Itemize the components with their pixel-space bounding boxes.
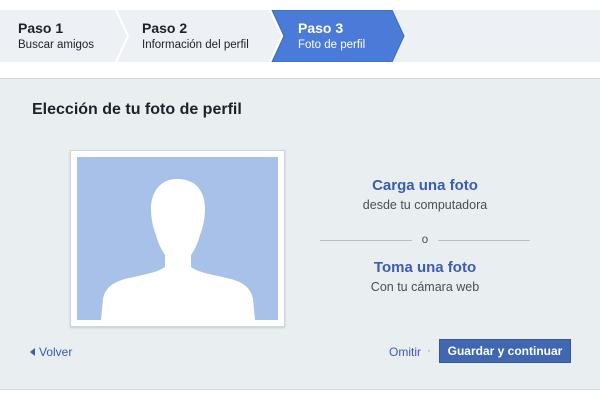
profile-photo-frame	[70, 150, 285, 327]
step-1-number: Paso 1	[18, 19, 64, 36]
step-3[interactable]: Paso 3 Foto de perfil	[280, 10, 410, 62]
step-3-label: Foto de perfil	[298, 38, 366, 51]
save-and-continue-button[interactable]: Guardar y continuar	[439, 339, 571, 363]
caret-left-icon	[30, 348, 35, 356]
step-2[interactable]: Paso 2 Información del perfil	[124, 10, 270, 62]
step-2-label: Información del perfil	[142, 38, 249, 51]
divider-line-right	[438, 240, 530, 241]
profile-photo-panel: Elección de tu foto de perfil Carga una …	[0, 78, 600, 390]
upload-photo-option: Carga una foto desde tu computadora	[320, 177, 530, 212]
step-1[interactable]: Paso 1 Buscar amigos	[0, 10, 118, 62]
person-silhouette-icon	[101, 179, 255, 320]
step-3-number: Paso 3	[298, 19, 344, 36]
steps-bar: Paso 1 Buscar amigos Paso 2 Información …	[0, 10, 600, 62]
webcam-photo-option: Toma una foto Con tu cámara web	[320, 259, 530, 294]
step-1-label: Buscar amigos	[18, 38, 95, 51]
skip-link[interactable]: Omitir	[389, 345, 421, 359]
back-link[interactable]: Volver	[30, 345, 72, 359]
webcam-photo-subtitle: Con tu cámara web	[370, 280, 480, 294]
step-2-number: Paso 2	[142, 19, 188, 36]
upload-photo-link[interactable]: Carga una foto	[320, 177, 530, 194]
photo-placeholder	[77, 157, 278, 320]
options-divider: o	[320, 233, 530, 247]
upload-photo-subtitle: desde tu computadora	[362, 198, 488, 212]
back-link-label: Volver	[39, 345, 73, 359]
webcam-photo-link[interactable]: Toma una foto	[320, 259, 530, 276]
panel-title: Elección de tu foto de perfil	[32, 101, 242, 118]
separator-dot: ·	[427, 343, 431, 357]
